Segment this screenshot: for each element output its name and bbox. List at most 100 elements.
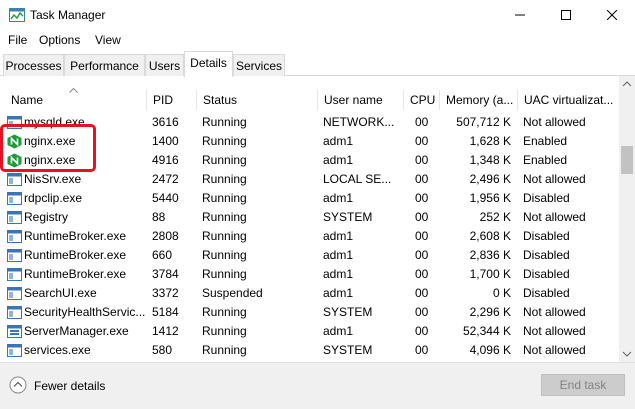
fewer-details-link[interactable]: Fewer details <box>34 379 105 393</box>
cell-uac: Disabled <box>523 248 570 262</box>
tab-services[interactable]: Services <box>233 54 285 76</box>
table-row[interactable]: SecurityHealthServic... 5184 Running SYSTEM… <box>1 303 619 322</box>
cell-memory: 2,608 K <box>469 229 511 243</box>
column-header-pid[interactable]: PID <box>146 90 196 110</box>
cell-user-name: adm1 <box>323 286 354 300</box>
menu-file[interactable]: File <box>8 33 27 47</box>
column-header-row: Name PID Status User name CPU Memory (a.… <box>1 90 619 110</box>
nginx-icon <box>7 153 22 168</box>
cell-memory: 1,628 K <box>469 134 511 148</box>
tab-details[interactable]: Details <box>184 51 233 77</box>
table-row[interactable]: NisSrv.exe 2472 Running LOCAL SE... 00 2,496 … <box>1 170 619 189</box>
cell-cpu: 00 <box>415 305 429 319</box>
cell-status: Running <box>202 248 247 262</box>
server-manager-icon <box>7 325 22 338</box>
cell-cpu: 00 <box>415 343 429 357</box>
column-header-name[interactable]: Name <box>1 90 146 110</box>
close-button[interactable] <box>589 0 635 30</box>
app-window-icon <box>7 211 22 224</box>
cell-cpu: 00 <box>415 134 429 148</box>
maximize-button[interactable] <box>543 0 589 30</box>
sort-ascending-icon <box>69 88 78 93</box>
cell-pid: 1412 <box>152 324 179 338</box>
table-row[interactable]: RuntimeBroker.exe 3784 Running adm1 00 1,700 … <box>1 265 619 284</box>
maximize-icon <box>561 10 571 20</box>
cell-user-name: adm1 <box>323 191 354 205</box>
app-window-icon <box>7 116 22 129</box>
cell-pid: 2472 <box>152 172 179 186</box>
cell-uac: Not allowed <box>523 115 586 129</box>
cell-pid: 2808 <box>152 229 179 243</box>
cell-name: RuntimeBroker.exe <box>24 229 127 243</box>
cell-status: Running <box>202 229 247 243</box>
tab-users[interactable]: Users <box>145 54 184 76</box>
close-icon <box>607 10 617 20</box>
cell-user-name: adm1 <box>323 229 354 243</box>
table-row[interactable]: ServerManager.exe 1412 Running adm1 00 52,344… <box>1 322 619 341</box>
cell-name: SearchUI.exe <box>24 286 97 300</box>
cell-user-name: SYSTEM <box>323 343 373 357</box>
end-task-button[interactable]: End task <box>541 374 625 396</box>
cell-memory: 2,836 K <box>469 248 511 262</box>
scroll-down-arrow-icon[interactable] <box>619 346 635 362</box>
cell-cpu: 00 <box>415 153 429 167</box>
app-window-icon <box>7 192 22 205</box>
menu-options[interactable]: Options <box>39 33 80 47</box>
table-row[interactable]: nginx.exe 1400 Running adm1 00 1,628 K Enabled <box>1 132 619 151</box>
cell-memory: 507,712 K <box>456 115 511 129</box>
cell-uac: Disabled <box>523 267 570 281</box>
title-bar: Task Manager <box>0 0 635 30</box>
cell-cpu: 00 <box>415 267 429 281</box>
cell-status: Running <box>202 115 247 129</box>
cell-uac: Not allowed <box>523 324 586 338</box>
table-row[interactable]: rdpclip.exe 5440 Running adm1 00 1,956 K Disab… <box>1 189 619 208</box>
table-row[interactable]: mysqld.exe 3616 Running NETWORK... 00 507,712… <box>1 113 619 132</box>
cell-pid: 88 <box>152 210 166 224</box>
scroll-up-arrow-icon[interactable] <box>619 76 635 92</box>
column-header-cpu[interactable]: CPU <box>403 90 439 110</box>
cell-user-name: adm1 <box>323 248 354 262</box>
cell-status: Running <box>202 210 247 224</box>
scrollbar-thumb[interactable] <box>621 146 633 174</box>
table-row[interactable]: RuntimeBroker.exe 660 Running adm1 00 2,836 K… <box>1 246 619 265</box>
cell-memory: 1,700 K <box>469 267 511 281</box>
cell-status: Running <box>202 305 247 319</box>
table-row[interactable]: nginx.exe 4916 Running adm1 00 1,348 K Enabled <box>1 151 619 170</box>
cell-cpu: 00 <box>415 191 429 205</box>
table-row[interactable]: Registry 88 Running SYSTEM 00 252 K Not allowe… <box>1 208 619 227</box>
tab-processes[interactable]: Processes <box>3 54 64 76</box>
cell-pid: 5184 <box>152 305 179 319</box>
cell-name: services.exe <box>24 343 91 357</box>
cell-status: Suspended <box>202 286 263 300</box>
app-window-icon <box>7 344 22 357</box>
cell-name: mysqld.exe <box>24 115 85 129</box>
column-header-uac[interactable]: UAC virtualizat... <box>517 90 619 110</box>
column-header-user-name[interactable]: User name <box>317 90 403 110</box>
app-window-icon <box>7 230 22 243</box>
cell-cpu: 00 <box>415 324 429 338</box>
table-row[interactable]: services.exe 580 Running SYSTEM 00 4,096 K Not… <box>1 341 619 360</box>
cell-name: Registry <box>24 210 69 224</box>
details-grid: Name PID Status User name CPU Memory (a.… <box>0 76 619 362</box>
column-header-status[interactable]: Status <box>196 90 317 110</box>
cell-status: Running <box>202 324 247 338</box>
app-window-icon <box>7 249 22 262</box>
cell-uac: Not allowed <box>523 305 586 319</box>
cell-status: Running <box>202 134 247 148</box>
cell-user-name: adm1 <box>323 267 354 281</box>
vertical-scrollbar[interactable] <box>619 76 635 362</box>
table-row[interactable]: RuntimeBroker.exe 2808 Running adm1 00 2,608 … <box>1 227 619 246</box>
collapse-chevron-icon[interactable] <box>9 376 27 394</box>
tab-performance[interactable]: Performance <box>64 54 145 76</box>
minimize-button[interactable] <box>497 0 543 30</box>
cell-user-name: LOCAL SE... <box>323 172 392 186</box>
menu-bar: File Options View <box>0 30 635 50</box>
cell-cpu: 00 <box>415 248 429 262</box>
cell-name: NisSrv.exe <box>24 172 82 186</box>
column-header-memory[interactable]: Memory (a... <box>439 90 517 110</box>
table-row[interactable]: SearchUI.exe 3372 Suspended adm1 00 0 K Disabl… <box>1 284 619 303</box>
cell-pid: 580 <box>152 343 173 357</box>
menu-view[interactable]: View <box>95 33 121 47</box>
cell-cpu: 00 <box>415 172 429 186</box>
cell-user-name: adm1 <box>323 134 354 148</box>
